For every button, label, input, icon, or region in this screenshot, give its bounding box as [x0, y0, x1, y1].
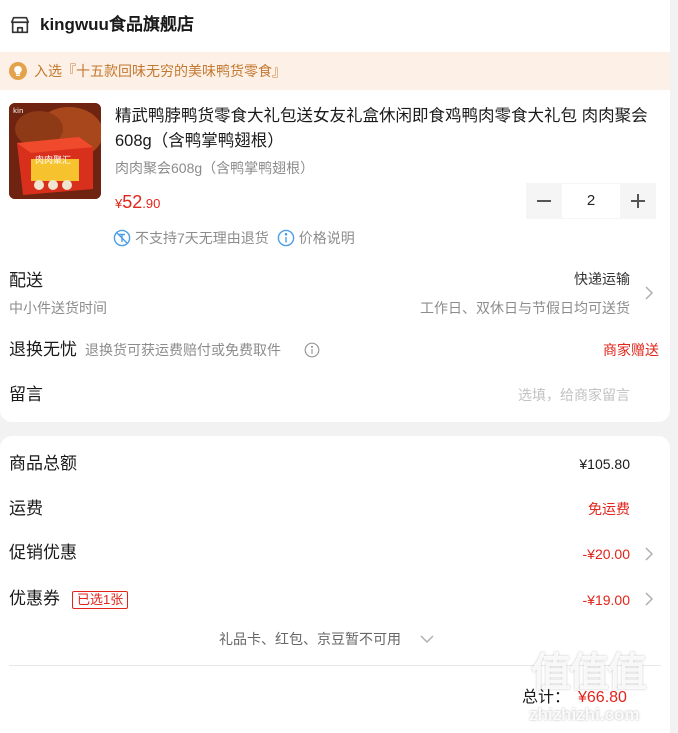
delivery-method[interactable]: 快递运输 — [574, 270, 630, 288]
store-icon — [10, 16, 30, 34]
unavailable-note[interactable]: 礼品卡、红包、京豆暂不可用 — [219, 630, 401, 648]
product-box-text: 肉肉聚汇 — [35, 155, 72, 165]
promotion-label: 促销优惠 — [9, 543, 77, 562]
shipping-label: 运费 — [9, 499, 43, 518]
product-spec[interactable]: 肉肉聚会608g（含鸭掌鸭翅根） — [115, 159, 314, 177]
store-name[interactable]: kingwuu食品旗舰店 — [40, 14, 194, 36]
return-service-value: 商家赠送 — [603, 342, 659, 358]
price-info-link[interactable]: 价格说明 — [299, 228, 355, 248]
subtotal-label: 商品总额 — [9, 454, 77, 473]
message-label: 留言 — [9, 385, 43, 404]
delivery-label: 配送 — [9, 271, 43, 290]
product-thumbnail[interactable]: kin 肉肉聚汇 — [9, 103, 101, 199]
return-service-label: 退换无忧 — [9, 340, 77, 359]
svg-text:kin: kin — [13, 107, 23, 115]
minus-icon — [537, 200, 551, 202]
price-integer: 52 — [122, 192, 143, 212]
no-return-tag[interactable]: 不支持7天无理由退货 — [135, 228, 269, 248]
chevron-right-icon[interactable] — [643, 592, 655, 606]
plus-icon — [631, 194, 645, 208]
order-item-card: kingwuu食品旗舰店 入选『十五款回味无穷的美味鸭货零食』 kin 肉肉聚汇… — [0, 0, 670, 422]
no-return-icon — [113, 229, 131, 247]
quantity-stepper: 2 — [526, 183, 660, 219]
info-icon[interactable] — [304, 342, 320, 358]
lightbulb-icon — [9, 62, 27, 80]
subtotal-value: ¥105.80 — [579, 456, 630, 472]
delivery-sub: 中小件送货时间 — [9, 300, 107, 316]
product-price: ¥52.90 — [115, 191, 160, 215]
chevron-right-icon[interactable] — [643, 286, 655, 300]
chevron-right-icon[interactable] — [643, 547, 655, 561]
quantity-input[interactable]: 2 — [562, 183, 620, 219]
promo-text: 入选『十五款回味无穷的美味鸭货零食』 — [34, 63, 286, 79]
increase-button[interactable] — [620, 183, 656, 219]
product-image: kin — [9, 103, 101, 199]
shipping-value: 免运费 — [588, 501, 630, 517]
service-tags: 不支持7天无理由退货 价格说明 — [113, 228, 355, 248]
info-icon — [277, 229, 295, 247]
coupon-label: 优惠券 — [9, 589, 60, 608]
decrease-button[interactable] — [526, 183, 562, 219]
chevron-down-icon[interactable] — [420, 634, 434, 644]
watermark-site: zhizhizhi.com — [529, 705, 640, 724]
message-input[interactable]: 选填，给商家留言 — [518, 386, 630, 404]
delivery-detail[interactable]: 工作日、双休日与节假日均可送货 — [420, 299, 630, 317]
watermark-logo: 值值值 — [531, 651, 647, 695]
price-decimal: .90 — [142, 196, 161, 211]
coupon-badge: 已选1张 — [72, 591, 129, 609]
promo-banner[interactable]: 入选『十五款回味无穷的美味鸭货零食』 — [0, 52, 670, 90]
promotion-value[interactable]: -¥20.00 — [583, 545, 630, 563]
product-title[interactable]: 精武鸭脖鸭货零食大礼包送女友礼盒休闲即食鸡鸭肉零食大礼包 肉肉聚会608g（含鸭… — [115, 104, 660, 154]
coupon-value[interactable]: -¥19.00 — [583, 591, 630, 609]
return-service-sub: 退换货可获运费赔付或免费取件 — [85, 342, 281, 358]
